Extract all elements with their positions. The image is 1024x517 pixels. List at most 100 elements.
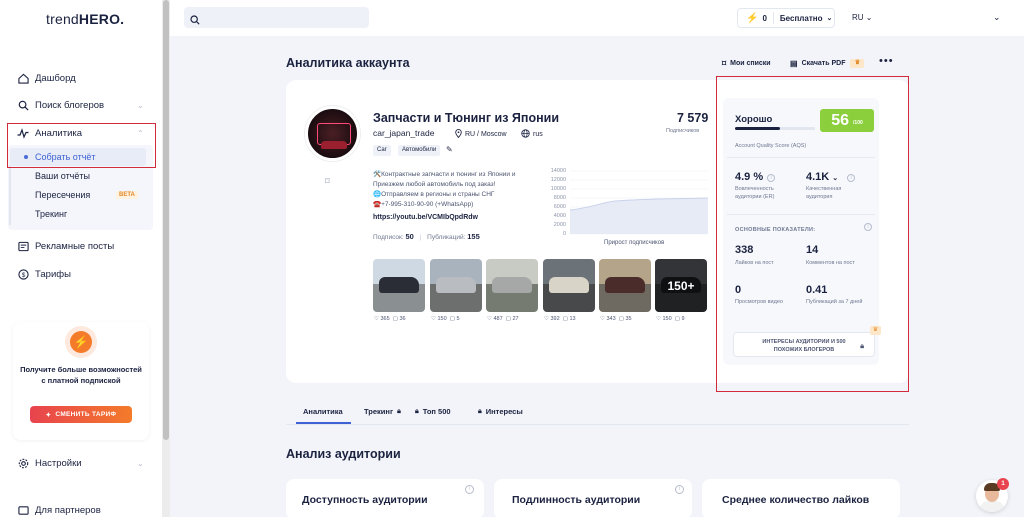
submenu-your-reports[interactable]: Ваши отчёты bbox=[35, 171, 90, 181]
chevron-down-icon: ⌄ bbox=[826, 15, 833, 22]
lock-icon: 🔒︎ bbox=[478, 407, 482, 415]
sidebar-item-label: Для партнеров bbox=[35, 504, 101, 516]
scrollbar-thumb[interactable] bbox=[163, 0, 169, 440]
post-likes: 392 bbox=[550, 316, 560, 322]
y-tick-label: 8000 bbox=[553, 195, 566, 201]
pencil-icon[interactable]: ✎ bbox=[446, 145, 453, 154]
beta-badge: BETA bbox=[116, 191, 138, 199]
card-title: Среднее количество лайков bbox=[722, 494, 870, 506]
quality-audience: 4.1K ⌄ bbox=[806, 171, 838, 183]
chat-notification-badge: 1 bbox=[997, 478, 1009, 490]
post-likes: 150 bbox=[662, 316, 672, 322]
info-icon[interactable]: i bbox=[864, 223, 872, 231]
upgrade-promo: ⚡ Получите больше возможностей с платной… bbox=[13, 322, 149, 440]
account-location: RU / Moscow bbox=[455, 129, 507, 140]
more-posts-overlay[interactable]: 150+ bbox=[655, 259, 707, 312]
likes-per-post: 338 bbox=[735, 244, 754, 256]
engagement-rate: 4.9 % bbox=[735, 171, 764, 183]
average-likes-card: Среднее количество лайков bbox=[702, 479, 900, 517]
active-tab-indicator bbox=[296, 422, 351, 424]
plan-selector[interactable]: ⚡ 0 Бесплатно ⌄ bbox=[737, 8, 835, 28]
post-stats: ♡ 150 ▢ 9 bbox=[656, 316, 685, 322]
audience-interests-button[interactable]: ИНТЕРЕСЫ АУДИТОРИИ И 500 ПОХОЖИХ БЛОГЕРО… bbox=[733, 332, 875, 357]
card-title: Подлинность аудитории bbox=[512, 494, 641, 506]
language-selector[interactable]: RU ⌄ bbox=[852, 13, 873, 22]
following-label: Подписок: bbox=[373, 234, 404, 241]
sparkle-icon: ✦ bbox=[45, 411, 52, 419]
sidebar-item-tariffs[interactable]: $ Тарифы bbox=[17, 267, 71, 281]
more-options-icon[interactable]: ••• bbox=[879, 55, 894, 67]
document-icon: ▤ bbox=[790, 59, 798, 68]
sidebar-item-label: Рекламные посты bbox=[35, 240, 115, 252]
sidebar-item-ad-posts[interactable]: Рекламные посты bbox=[17, 239, 114, 253]
sidebar-item-settings[interactable]: Настройки ⌄ bbox=[17, 456, 144, 470]
post-comments: 35 bbox=[625, 316, 632, 322]
post-stats: ♡ 365 ▢ 36 bbox=[374, 316, 406, 322]
info-icon[interactable]: i bbox=[465, 485, 474, 494]
post-thumbnail[interactable] bbox=[599, 259, 651, 312]
category-tag[interactable]: Car bbox=[373, 145, 391, 156]
card-title: Доступность аудитории bbox=[302, 494, 428, 506]
sidebar-item-search[interactable]: Поиск блогеров ⌄ bbox=[17, 98, 144, 112]
account-username[interactable]: car_japan_trade bbox=[373, 128, 434, 138]
category-tag[interactable]: Автомобили bbox=[398, 145, 441, 156]
lightning-icon: ⚡ bbox=[65, 326, 97, 358]
sidebar-item-partners[interactable]: Для партнеров bbox=[17, 503, 101, 517]
account-name: Запчасти и Тюнинг из Японии bbox=[373, 111, 559, 125]
main-metrics-heading: ОСНОВНЫЕ ПОКАЗАТЕЛИ: bbox=[735, 227, 816, 233]
my-lists-label: Мои списки bbox=[730, 60, 771, 67]
lightning-icon: ⚡ bbox=[746, 12, 759, 24]
audience-interests-label: ИНТЕРЕСЫ АУДИТОРИИ И 500 ПОХОЖИХ БЛОГЕРО… bbox=[762, 339, 846, 354]
likes-per-post-label: Лайков на пост bbox=[735, 260, 774, 266]
chevron-down-icon: ⌄ bbox=[137, 458, 144, 468]
y-tick-label: 12000 bbox=[550, 177, 566, 183]
bio-line: ☎️+7-995-310-90-90 (+WhatsApp) bbox=[373, 201, 474, 209]
post-comments: 27 bbox=[512, 316, 519, 322]
sidebar-item-dashboard[interactable]: Дашборд bbox=[17, 71, 76, 85]
bookmark-icon[interactable]: ⌑ bbox=[325, 176, 330, 187]
search-input[interactable] bbox=[184, 7, 369, 28]
promo-text: Получите больше возможностей с платной п… bbox=[20, 365, 142, 385]
post-likes: 487 bbox=[493, 316, 503, 322]
tab-tracking[interactable]: Трекинг 🔒︎ bbox=[364, 407, 401, 416]
posts-count: 155 bbox=[467, 232, 480, 241]
post-stats: ♡ 343 ▢ 35 bbox=[600, 316, 632, 322]
bio-line: 🛠️Контрактные запчасти и тюнинг из Япони… bbox=[373, 171, 516, 178]
chevron-down-icon[interactable]: ⌄ bbox=[832, 175, 838, 182]
info-icon[interactable]: i bbox=[767, 174, 775, 182]
post-thumbnail[interactable] bbox=[430, 259, 482, 312]
info-icon[interactable]: i bbox=[675, 485, 684, 494]
page-title: Аналитика аккаунта bbox=[286, 56, 410, 70]
avatar-body bbox=[980, 501, 1004, 512]
change-plan-button[interactable]: ✦ СМЕНИТЬ ТАРИФ bbox=[30, 406, 132, 423]
post-thumbnail[interactable] bbox=[543, 259, 595, 312]
my-lists-link[interactable]: ⌑ Мои списки bbox=[722, 59, 771, 68]
bio-link[interactable]: https://youtu.be/VCMIbQpdRdw bbox=[373, 214, 478, 221]
tab-interests[interactable]: 🔒︎ Интересы bbox=[478, 407, 523, 416]
info-icon[interactable]: i bbox=[847, 174, 855, 182]
sidebar-item-label: Тарифы bbox=[35, 268, 71, 280]
account-language: rus bbox=[521, 129, 543, 140]
growth-plot bbox=[570, 170, 708, 235]
post-thumbnail[interactable] bbox=[373, 259, 425, 312]
tab-top-500[interactable]: 🔒︎ Топ 500 bbox=[415, 407, 451, 416]
app-logo[interactable]: trendHERO. bbox=[46, 11, 124, 27]
tab-label: Аналитика bbox=[303, 407, 343, 416]
post-thumbnail[interactable] bbox=[486, 259, 538, 312]
user-menu-chevron-icon[interactable]: ⌄ bbox=[993, 12, 1001, 23]
language-label: rus bbox=[533, 131, 543, 138]
y-tick-label: 14000 bbox=[550, 168, 566, 174]
submenu-intersections[interactable]: Пересечения bbox=[35, 190, 90, 200]
y-tick-label: 10000 bbox=[550, 186, 566, 192]
post-thumbnail[interactable]: 150+ bbox=[655, 259, 707, 312]
change-plan-label: СМЕНИТЬ ТАРИФ bbox=[55, 411, 117, 418]
submenu-tracking[interactable]: Трекинг bbox=[35, 209, 67, 219]
lock-icon: 🔒︎ bbox=[860, 343, 864, 350]
sidebar-item-label: Поиск блогеров bbox=[35, 99, 105, 111]
tab-label: Интересы bbox=[485, 407, 523, 416]
post-comments: 5 bbox=[456, 316, 460, 322]
sidebar-scrollbar[interactable] bbox=[162, 0, 170, 517]
bio-line: Приезжем любой автомобиль под заказ! bbox=[373, 181, 496, 189]
download-pdf-link[interactable]: ▤ Скачать PDF ♛ bbox=[790, 59, 865, 68]
tab-analytics[interactable]: Аналитика bbox=[303, 407, 343, 416]
